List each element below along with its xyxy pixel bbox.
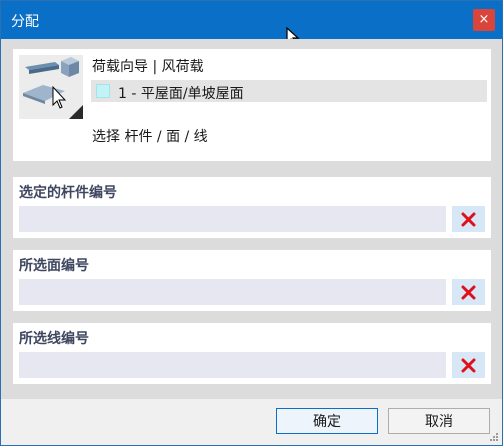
- load-case-color-swatch: [96, 84, 110, 98]
- lines-input[interactable]: [19, 352, 446, 378]
- load-case-row: 1 - 平屋面/单坡屋面: [91, 80, 487, 102]
- surfaces-input[interactable]: [19, 279, 446, 305]
- clear-members-button[interactable]: [452, 206, 485, 232]
- surfaces-section: 所选面编号: [13, 250, 491, 311]
- load-case-label: 1 - 平屋面/单坡屋面: [118, 86, 244, 102]
- dialog-window: 分配 × 荷载向导 | 风荷载 1 - 平屋面/单坡屋面 选择 杆件 / 面 /…: [0, 0, 503, 446]
- title-bar[interactable]: 分配 ×: [1, 1, 502, 39]
- resize-grip-icon[interactable]: [489, 432, 499, 442]
- wizard-title: 荷载向导 | 风荷载: [92, 59, 204, 75]
- members-label: 选定的杆件编号: [19, 185, 117, 201]
- window-title: 分配: [11, 14, 39, 30]
- clear-icon: [461, 212, 476, 227]
- surfaces-label: 所选面编号: [19, 258, 89, 274]
- close-icon: ×: [478, 12, 490, 27]
- lines-section: 所选线编号: [13, 323, 491, 384]
- clear-surfaces-button[interactable]: [452, 279, 485, 305]
- lines-label: 所选线编号: [19, 331, 89, 347]
- members-input[interactable]: [19, 206, 446, 232]
- cancel-button[interactable]: 取消: [388, 408, 490, 434]
- clear-lines-button[interactable]: [452, 352, 485, 378]
- clear-icon: [461, 285, 476, 300]
- dialog-footer: 确定 取消: [1, 399, 502, 445]
- wizard-panel: 荷载向导 | 风荷载 1 - 平屋面/单坡屋面 选择 杆件 / 面 / 线: [13, 49, 491, 161]
- dialog-content: 荷载向导 | 风荷载 1 - 平屋面/单坡屋面 选择 杆件 / 面 / 线 选定…: [1, 39, 502, 399]
- ok-button[interactable]: 确定: [276, 408, 378, 434]
- select-instruction: 选择 杆件 / 面 / 线: [92, 129, 208, 145]
- members-section: 选定的杆件编号: [13, 177, 491, 238]
- load-wizard-icon: [19, 55, 83, 119]
- close-button[interactable]: ×: [473, 9, 495, 31]
- clear-icon: [461, 358, 476, 373]
